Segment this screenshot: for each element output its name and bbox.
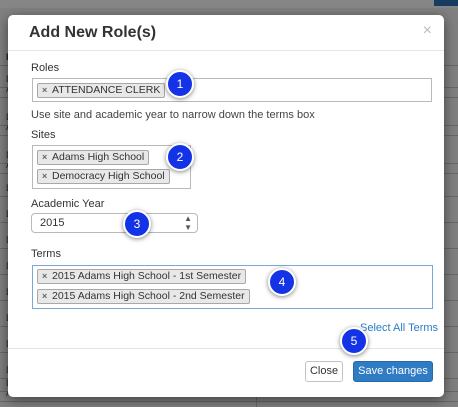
modal-title: Add New Role(s) (29, 24, 157, 41)
close-icon[interactable]: × (423, 22, 432, 40)
roles-label: Roles (31, 62, 60, 74)
save-changes-button[interactable]: Save changes (353, 361, 433, 382)
remove-tag-icon[interactable]: × (42, 84, 47, 97)
add-role-modal: Add New Role(s) × Roles × ATTENDANCE CLE… (8, 15, 444, 397)
modal-footer: Close Save changes (8, 348, 444, 397)
roles-field[interactable]: × ATTENDANCE CLERK (32, 78, 432, 102)
site-tag: × Adams High School (37, 150, 150, 165)
term-tag-label: 2015 Adams High School - 1st Semester (52, 270, 242, 282)
academic-year-value: 2015 (40, 217, 65, 229)
select-all-terms-link[interactable]: Select All Terms (360, 322, 438, 334)
terms-help-text: Use site and academic year to narrow dow… (31, 109, 315, 121)
select-arrows-icon: ▲ ▼ (184, 214, 192, 232)
role-tag: × ATTENDANCE CLERK (37, 83, 166, 98)
role-tag-label: ATTENDANCE CLERK (52, 84, 161, 96)
site-tag-label: Adams High School (52, 151, 145, 163)
annotation-marker-1: 1 (166, 70, 194, 98)
site-tag: × Democracy High School (37, 169, 170, 184)
site-tag-label: Democracy High School (52, 170, 165, 182)
annotation-marker-5: 5 (340, 327, 368, 355)
remove-tag-icon[interactable]: × (42, 170, 47, 183)
term-tag: × 2015 Adams High School - 2nd Semester (37, 289, 250, 304)
modal-header: Add New Role(s) × (8, 15, 444, 51)
term-tag: × 2015 Adams High School - 1st Semester (37, 269, 247, 284)
academic-year-select[interactable]: 2015 ▲ ▼ (31, 213, 198, 233)
remove-tag-icon[interactable]: × (42, 270, 47, 283)
terms-field[interactable]: × 2015 Adams High School - 1st Semester … (32, 265, 433, 309)
close-button[interactable]: Close (305, 361, 343, 382)
academic-year-label: Academic Year (31, 198, 105, 210)
remove-tag-icon[interactable]: × (42, 290, 47, 303)
term-tag-label: 2015 Adams High School - 2nd Semester (52, 290, 245, 302)
annotation-marker-2: 2 (166, 143, 194, 171)
terms-label: Terms (31, 248, 61, 260)
remove-tag-icon[interactable]: × (42, 151, 47, 164)
annotation-marker-4: 4 (268, 268, 296, 296)
annotation-marker-3: 3 (123, 210, 151, 238)
sites-label: Sites (31, 129, 56, 141)
